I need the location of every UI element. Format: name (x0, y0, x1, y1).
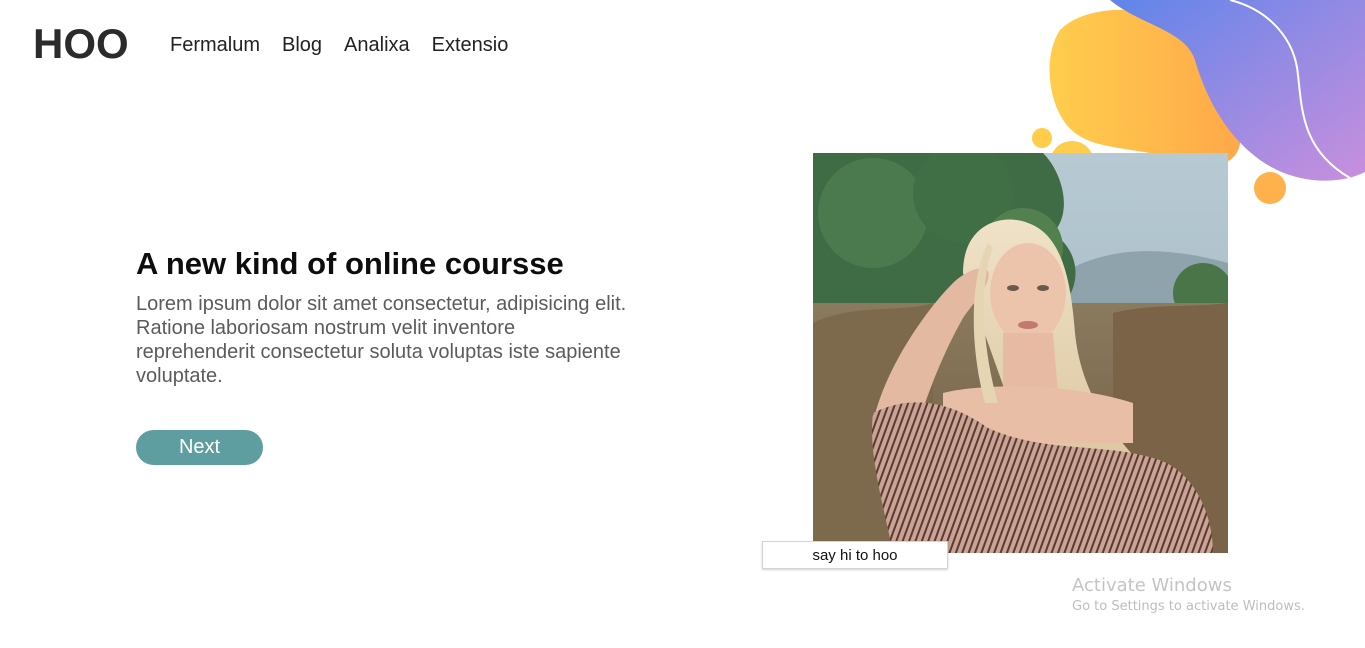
landing-page: HOO Fermalum Blog Analixa Extensio A new… (0, 0, 1365, 648)
hero-section: A new kind of online coursse Lorem ipsum… (136, 244, 636, 388)
nav-link-analixa[interactable]: Analixa (344, 33, 410, 57)
watermark-subtitle: Go to Settings to activate Windows. (1072, 599, 1305, 614)
say-hi-button[interactable]: say hi to hoo (762, 541, 948, 569)
nav-link-blog[interactable]: Blog (282, 33, 322, 57)
hero-photo-woman (813, 153, 1228, 553)
hero-description: Lorem ipsum dolor sit amet consectetur, … (136, 293, 627, 387)
next-button[interactable]: Next (136, 430, 263, 465)
main-nav: Fermalum Blog Analixa Extensio (170, 33, 530, 57)
hero-title: A new kind of online coursse (136, 246, 564, 281)
windows-activation-watermark: Activate Windows Go to Settings to activ… (1072, 575, 1305, 616)
watermark-title: Activate Windows (1072, 575, 1232, 596)
nav-link-fermalum[interactable]: Fermalum (170, 33, 260, 57)
brand-logo[interactable]: HOO (33, 19, 129, 69)
nav-link-extensio[interactable]: Extensio (432, 33, 509, 57)
